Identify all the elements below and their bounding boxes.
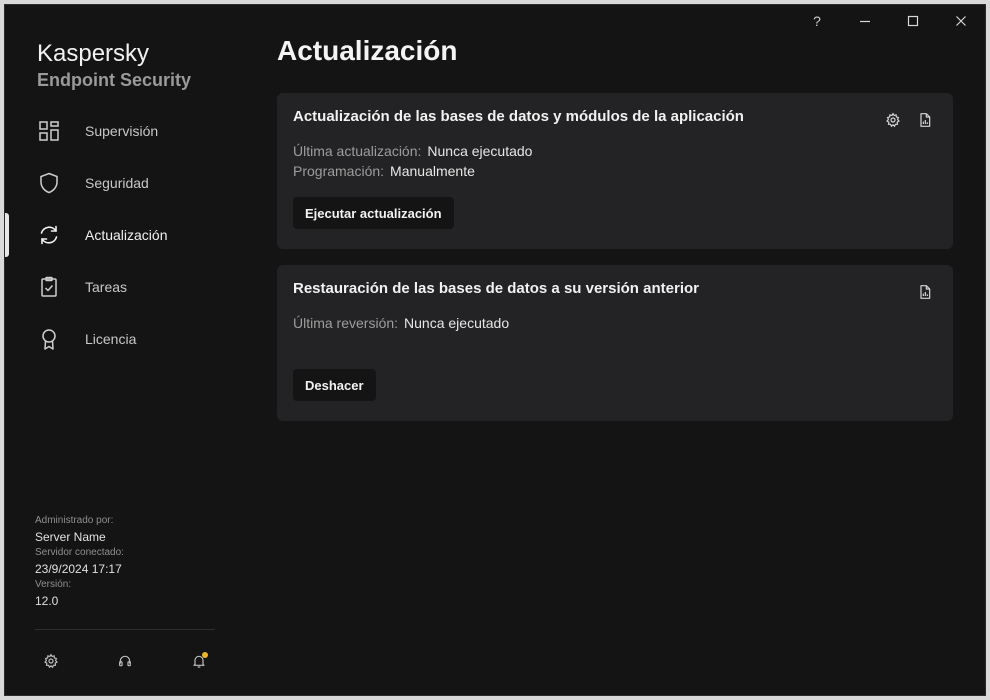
refresh-icon [40, 225, 58, 245]
sidebar-item-licencia[interactable]: Licencia [5, 313, 225, 365]
server-connected-label: Servidor conectado: [35, 547, 124, 558]
gear-icon [886, 112, 900, 128]
report-icon [920, 285, 931, 299]
sidebar-item-label: Tareas [85, 279, 128, 295]
last-rollback-row: Última reversión: Nunca ejecutado [293, 315, 509, 331]
award-icon [42, 329, 56, 350]
headset-icon [119, 655, 131, 667]
update-card-title: Actualización de las bases de datos y mó… [293, 108, 744, 125]
last-update-value: Nunca ejecutado [427, 143, 533, 159]
rollback-card: Restauración de las bases de datos a su … [277, 265, 953, 421]
sidebar-item-label: Supervisión [85, 123, 159, 139]
sidebar-item-label: Actualización [85, 227, 168, 243]
rollback-card-title: Restauración de las bases de datos a su … [293, 280, 699, 297]
active-indicator [5, 213, 9, 257]
close-button[interactable] [941, 9, 981, 33]
schedule-row: Programación: Manualmente [293, 163, 475, 179]
app-window: ? Kaspersky Endpoint Security Supervisió… [5, 5, 985, 695]
gear-icon [44, 653, 58, 669]
brand-name: Kaspersky [37, 40, 150, 67]
update-card: Actualización de las bases de datos y mó… [277, 93, 953, 249]
version-value: 12.0 [35, 594, 59, 608]
sidebar-nav: Supervisión Seguridad Actualización Tare… [5, 105, 225, 365]
last-update-label: Última actualización: [293, 143, 422, 159]
connection-info: Administrado por: Server Name Servidor c… [35, 513, 124, 609]
sidebar-item-label: Seguridad [85, 175, 149, 191]
rollback-report-button[interactable] [914, 281, 936, 303]
sidebar-item-supervision[interactable]: Supervisión [5, 105, 225, 157]
brand-product: Endpoint Security [37, 70, 192, 90]
page-title: Actualización [277, 35, 458, 66]
last-rollback-value: Nunca ejecutado [404, 315, 510, 331]
schedule-value: Manualmente [390, 163, 475, 179]
sidebar-item-tareas[interactable]: Tareas [5, 261, 225, 313]
run-update-button[interactable]: Ejecutar actualización [293, 197, 454, 229]
maximize-button[interactable] [893, 9, 933, 33]
version-label: Versión: [35, 579, 72, 590]
server-connected-value: 23/9/2024 17:17 [35, 562, 122, 576]
last-update-row: Última actualización: Nunca ejecutado [293, 143, 532, 159]
schedule-label: Programación: [293, 163, 385, 179]
brand: Kaspersky Endpoint Security [37, 39, 191, 91]
managed-by-label: Administrado por: [35, 515, 114, 526]
last-rollback-label: Última reversión: [293, 315, 399, 331]
settings-button[interactable] [39, 649, 63, 673]
sidebar-item-actualizacion[interactable]: Actualización [5, 209, 225, 261]
sidebar-item-label: Licencia [85, 331, 137, 347]
update-report-button[interactable] [914, 109, 936, 131]
minimize-icon [860, 20, 870, 23]
managed-by-value: Server Name [35, 530, 106, 544]
close-icon [956, 16, 966, 26]
dashboard-icon [39, 121, 59, 141]
maximize-icon [907, 15, 919, 27]
undo-button[interactable]: Deshacer [293, 369, 376, 401]
update-settings-button[interactable] [882, 109, 904, 131]
sidebar-item-seguridad[interactable]: Seguridad [5, 157, 225, 209]
footer-divider [35, 629, 215, 630]
shield-icon [40, 172, 58, 194]
report-icon [920, 113, 931, 127]
notifications-button[interactable] [187, 649, 211, 673]
help-icon: ? [813, 13, 821, 29]
support-button[interactable] [113, 649, 137, 673]
help-button[interactable]: ? [797, 9, 837, 33]
minimize-button[interactable] [845, 9, 885, 33]
clipboard-icon [41, 276, 57, 297]
notification-badge [202, 652, 208, 658]
